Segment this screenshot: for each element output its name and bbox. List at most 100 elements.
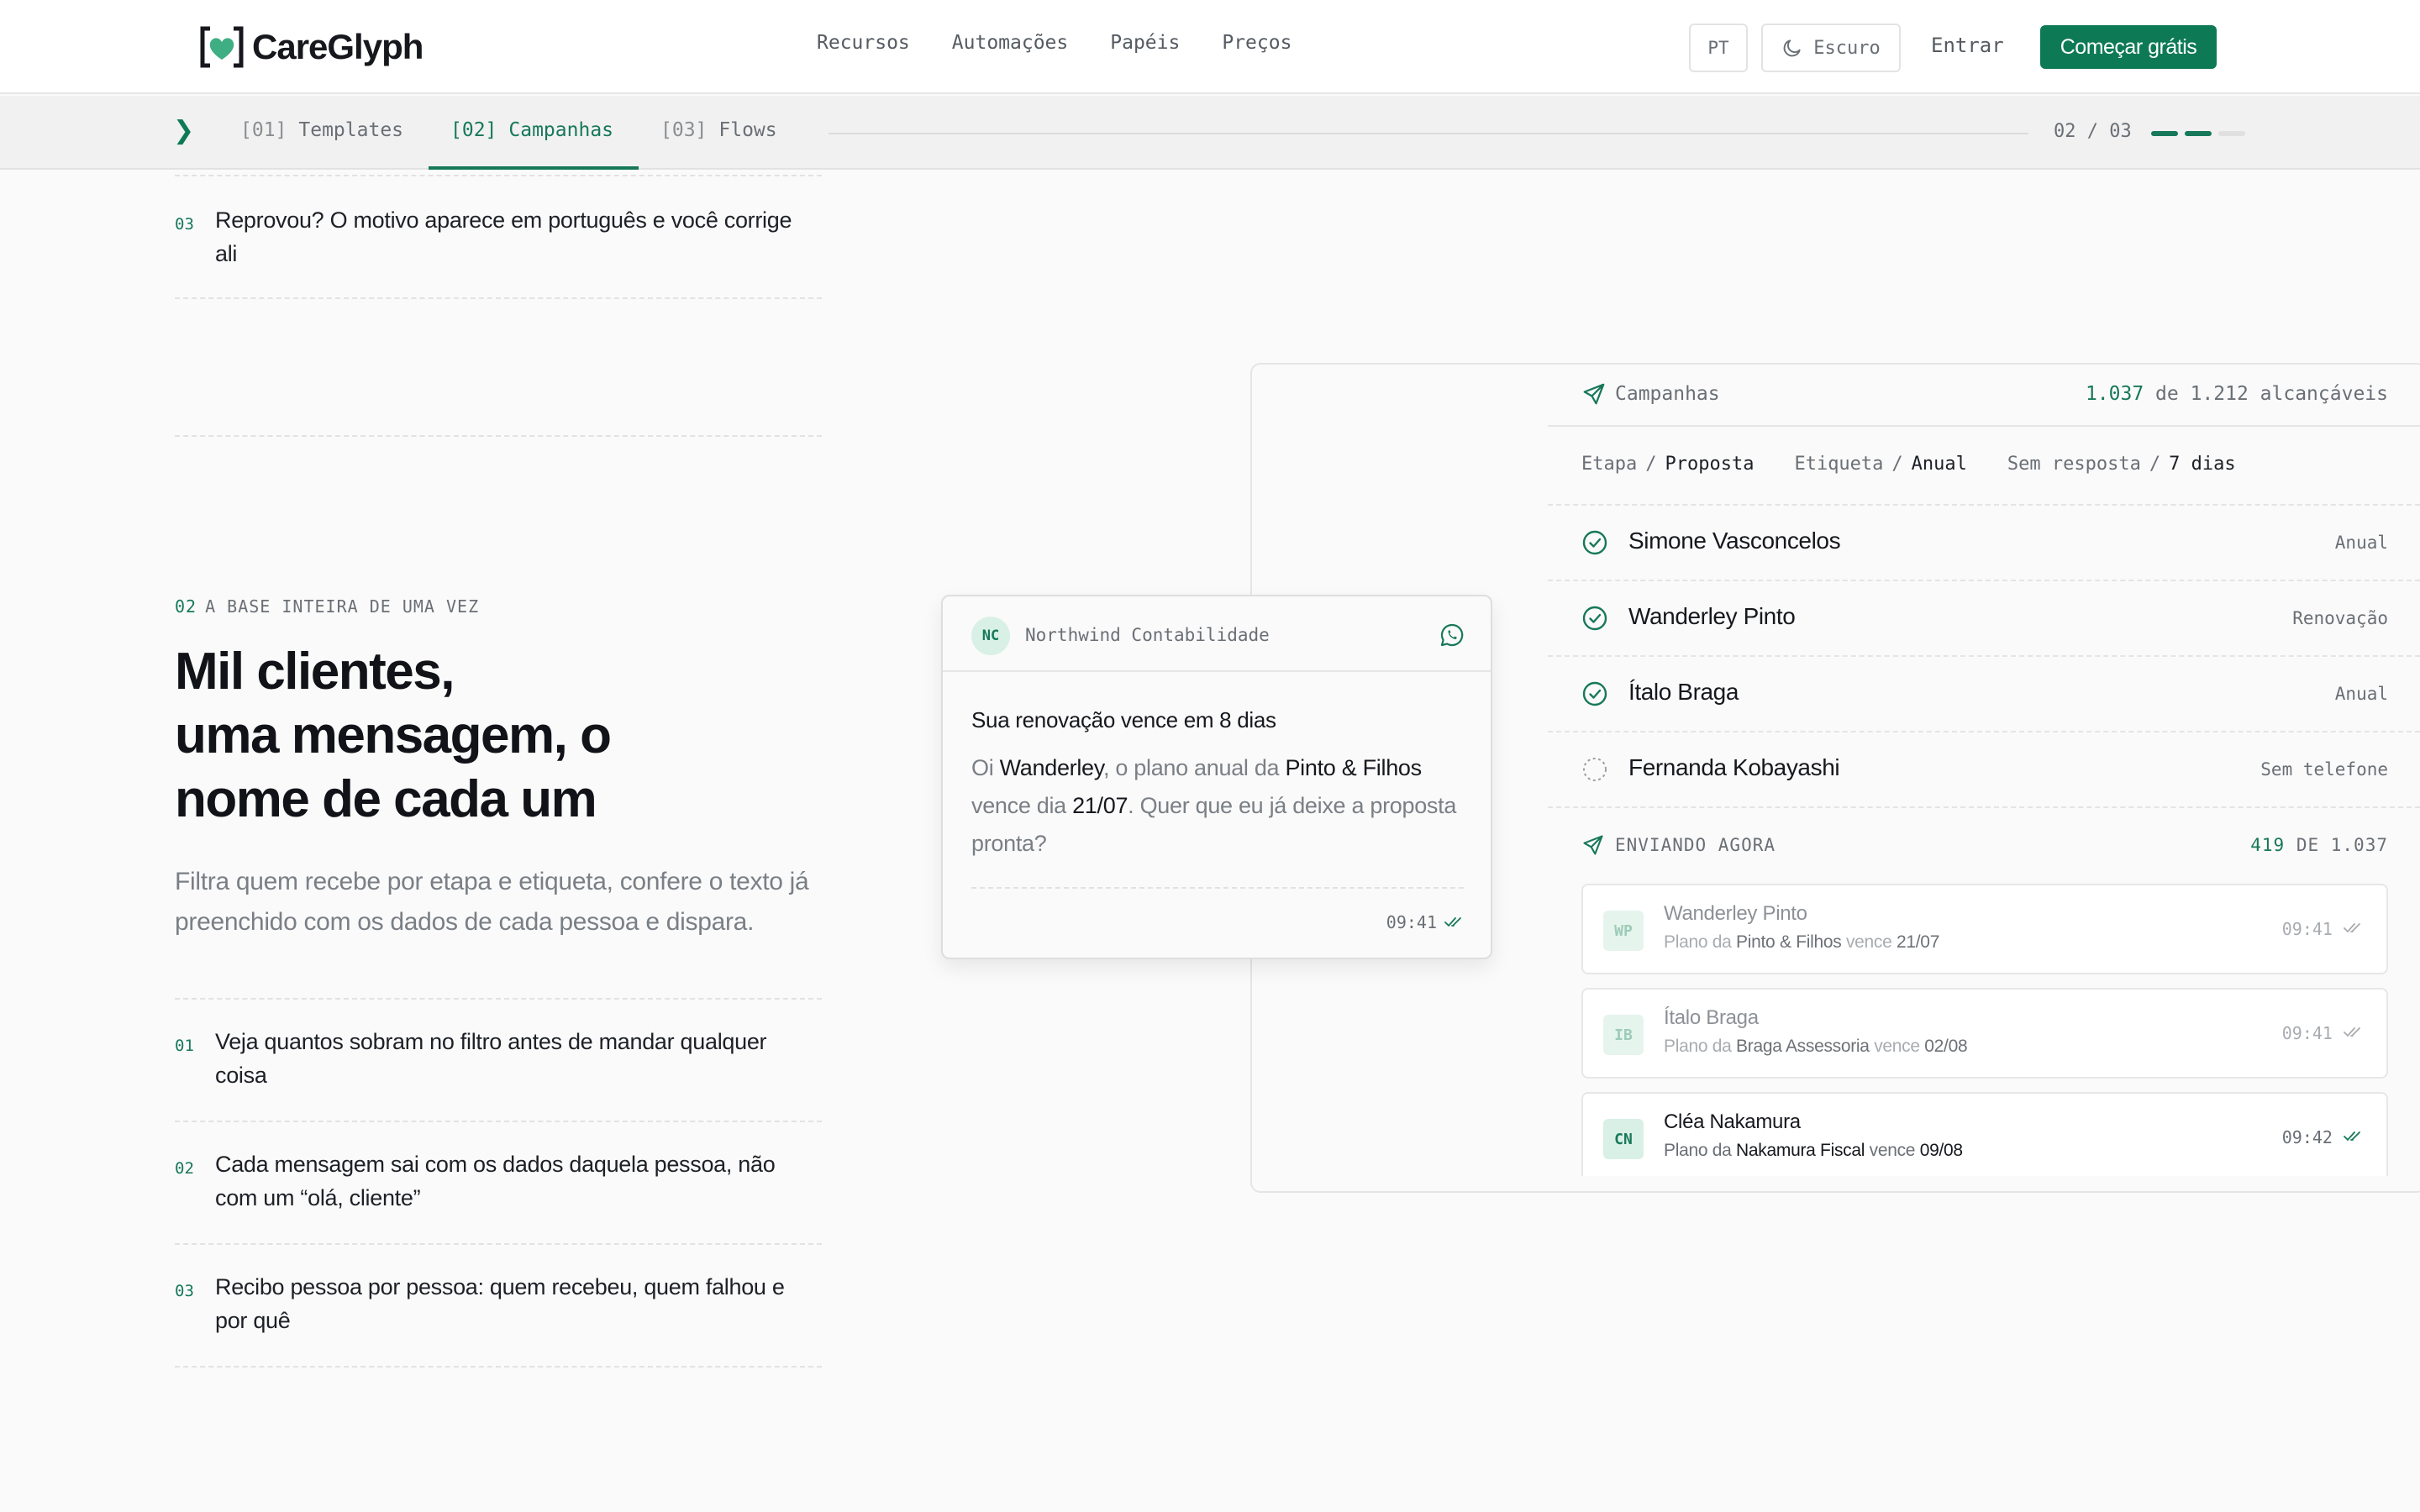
recipient-row[interactable]: Fernanda Kobayashi Sem telefone bbox=[1548, 731, 2420, 806]
section-headline: Mil clientes, uma mensagem, o nome de ca… bbox=[175, 640, 813, 832]
tab-flows[interactable]: [03] Flows bbox=[660, 119, 777, 141]
chevron-right-icon[interactable]: ❯ bbox=[173, 116, 194, 145]
start-free-button[interactable]: Começar grátis bbox=[2040, 25, 2217, 69]
list-item-text: Reprovou? O motivo aparece em português … bbox=[215, 207, 792, 266]
brand-logo[interactable]: CareGlyph bbox=[198, 24, 424, 71]
message-text: , o plano anual da bbox=[1102, 755, 1286, 780]
preview-date: 21/07 bbox=[1897, 932, 1940, 952]
filter-value: 7 dias bbox=[2169, 454, 2236, 475]
preview-company: Nakamura Fiscal bbox=[1736, 1141, 1865, 1160]
nav-automacoes[interactable]: Automações bbox=[952, 32, 1068, 54]
progress-segment-2 bbox=[2185, 131, 2212, 136]
recipient-tag: Renovação bbox=[2292, 608, 2388, 628]
message-text: vence dia bbox=[971, 793, 1073, 818]
sent-time: 09:41 bbox=[2282, 919, 2365, 939]
avatar: IB bbox=[1603, 1015, 1644, 1055]
progress-segment-3 bbox=[2218, 131, 2245, 136]
preview-text: vence bbox=[1865, 1141, 1920, 1160]
list-item-number: 01 bbox=[175, 1037, 194, 1055]
message-body: Oi Wanderley, o plano anual da Pinto & F… bbox=[971, 749, 1476, 863]
preview-date: 02/08 bbox=[1924, 1037, 1968, 1056]
sent-message-preview: Plano da Braga Assessoria vence 02/08 bbox=[1664, 1037, 1968, 1057]
theme-toggle-button[interactable]: Escuro bbox=[1761, 24, 1901, 72]
sent-recipient-name: Wanderley Pinto bbox=[1664, 902, 1807, 925]
message-company: Pinto & Filhos bbox=[1285, 755, 1422, 780]
preview-text: Plano da bbox=[1664, 1037, 1737, 1056]
tabs-divider bbox=[829, 133, 2028, 134]
recipient-row[interactable]: Wanderley Pinto Renovação bbox=[1548, 580, 2420, 655]
divider bbox=[175, 435, 822, 437]
sent-message-card[interactable]: CN Cléa Nakamura Plano da Nakamura Fisca… bbox=[1581, 1092, 2388, 1176]
login-link[interactable]: Entrar bbox=[1931, 34, 2004, 57]
list-item-number: 03 bbox=[175, 1282, 194, 1300]
tab-label: Templates bbox=[298, 119, 404, 141]
tab-campanhas[interactable]: [02] Campanhas bbox=[450, 119, 613, 141]
list-item-number: 03 bbox=[175, 215, 194, 234]
reach-count: 1.037 de 1.212 alcançáveis bbox=[2086, 383, 2388, 405]
avatar: NC bbox=[971, 617, 1010, 655]
message-date: 21/07 bbox=[1072, 793, 1128, 818]
recipient-tag: Anual bbox=[2334, 684, 2388, 704]
filter-etiqueta[interactable]: Etiqueta / Anual bbox=[1794, 454, 1966, 475]
list-item-text: Veja quantos sobram no filtro antes de m… bbox=[215, 1029, 767, 1088]
moon-icon bbox=[1783, 39, 1801, 57]
tab-number: [01] bbox=[240, 119, 287, 141]
language-button[interactable]: PT bbox=[1689, 24, 1748, 72]
reach-value: 1.037 bbox=[2085, 383, 2144, 405]
sent-message-card[interactable]: WP Wanderley Pinto Plano da Pinto & Filh… bbox=[1581, 884, 2388, 974]
message-time: 09:41 bbox=[1386, 912, 1465, 932]
tab-templates[interactable]: [01] Templates bbox=[240, 119, 403, 141]
divider bbox=[1548, 806, 2420, 808]
avatar: WP bbox=[1603, 911, 1644, 951]
avatar: CN bbox=[1603, 1119, 1644, 1159]
nav-papeis[interactable]: Papéis bbox=[1110, 32, 1180, 54]
brand-name: CareGlyph bbox=[252, 27, 424, 66]
filter-sem-resposta[interactable]: Sem resposta/7 dias bbox=[2007, 454, 2236, 475]
tab-number: [03] bbox=[660, 119, 708, 141]
recipient-row[interactable]: Simone Vasconcelos Anual bbox=[1548, 504, 2420, 580]
sender-organization: Northwind Contabilidade bbox=[1025, 625, 1270, 645]
campaign-panel: Campanhas 1.037 de 1.212 alcançáveis Eta… bbox=[1548, 363, 2420, 1193]
sending-count: 419 DE 1.037 bbox=[2250, 835, 2388, 855]
time-text: 09:41 bbox=[2281, 1023, 2333, 1043]
preview-company: Pinto & Filhos bbox=[1736, 932, 1842, 952]
check-circle-icon bbox=[1582, 681, 1607, 706]
campaign-filters: Etapa / Proposta Etiqueta / Anual Sem respos… bbox=[1581, 454, 2236, 475]
tabs-counter: 02 / 03 bbox=[2054, 121, 2132, 142]
recipient-tag: Sem telefone bbox=[2260, 759, 2388, 780]
send-icon bbox=[1583, 383, 1605, 405]
check-circle-icon bbox=[1582, 606, 1607, 631]
list-item-text: Recibo pessoa por pessoa: quem recebeu, … bbox=[215, 1274, 785, 1333]
preview-text: Plano da bbox=[1664, 932, 1737, 952]
recipient-name: Fernanda Kobayashi bbox=[1628, 754, 1840, 780]
nav-precos[interactable]: Preços bbox=[1222, 32, 1292, 54]
whatsapp-icon bbox=[1440, 623, 1464, 647]
main-nav: Recursos Automações Papéis Preços bbox=[817, 32, 1292, 54]
list-item-text: Cada mensagem sai com os dados daquela p… bbox=[215, 1152, 776, 1210]
sent-time: 09:41 bbox=[2282, 1023, 2365, 1043]
time-text: 09:41 bbox=[2281, 919, 2333, 939]
progress-segment-1 bbox=[2151, 131, 2178, 136]
dashed-circle-icon bbox=[1583, 758, 1607, 781]
preview-date: 09/08 bbox=[1919, 1141, 1963, 1160]
divider bbox=[175, 1366, 822, 1368]
message-text: Oi bbox=[971, 755, 1000, 780]
sent-message-card[interactable]: IB Ítalo Braga Plano da Braga Assessoria… bbox=[1581, 988, 2388, 1079]
campaign-panel-header: Campanhas 1.037 de 1.212 alcançáveis bbox=[1548, 363, 2420, 427]
sent-time: 09:42 bbox=[2282, 1127, 2365, 1147]
filter-etapa[interactable]: Etapa / Proposta bbox=[1581, 454, 1754, 475]
tab-label: Flows bbox=[718, 119, 777, 141]
double-check-icon bbox=[1444, 917, 1461, 927]
recipient-row[interactable]: Ítalo Braga Anual bbox=[1548, 655, 2420, 731]
sent-message-preview: Plano da Nakamura Fiscal vence 09/08 bbox=[1664, 1141, 1963, 1161]
recipient-name: Wanderley Pinto bbox=[1628, 603, 1796, 629]
headline-line-1: Mil clientes, bbox=[175, 643, 455, 701]
filter-key: Sem resposta bbox=[2007, 454, 2141, 475]
sending-label: ENVIANDO AGORA bbox=[1615, 835, 1776, 855]
recipient-tag: Anual bbox=[2334, 533, 2388, 553]
nav-recursos[interactable]: Recursos bbox=[817, 32, 910, 54]
heart-bracket-logo-icon bbox=[200, 26, 244, 68]
check-circle-icon bbox=[1582, 530, 1607, 555]
send-icon bbox=[1583, 835, 1603, 855]
preview-text: vence bbox=[1841, 932, 1897, 952]
